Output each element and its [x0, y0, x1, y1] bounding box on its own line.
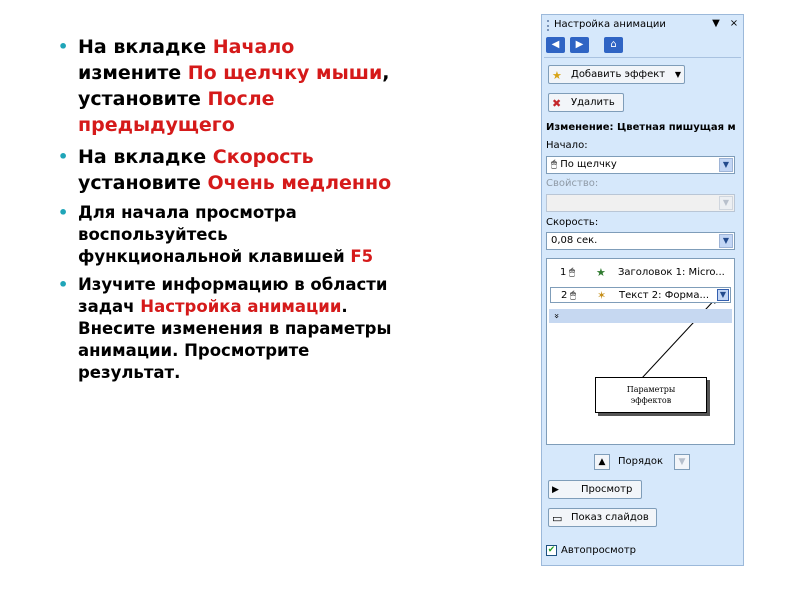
speed-value: 0,08 сек. [551, 235, 598, 246]
bullet-text: На вкладке [78, 146, 213, 168]
chevron-down-icon: ▼ [674, 70, 681, 79]
expand-icon: » [550, 313, 561, 319]
callout-line-1: Параметры [626, 385, 676, 394]
mouse-icon: 🖱 [569, 267, 575, 278]
chevron-down-icon[interactable]: ▼ [717, 289, 729, 301]
start-label: Начало: [546, 140, 588, 151]
callout-line-2: эффектов [630, 396, 672, 405]
pane-titlebar: Настройка анимации ▼ × [544, 17, 741, 34]
slide-body: На вкладке Начало измените По щелчку мыш… [52, 34, 392, 390]
item-text: Текст 2: Форма... [619, 290, 709, 301]
forward-icon[interactable]: ▶ [570, 37, 589, 53]
property-dropdown: ▼ [546, 194, 735, 212]
preview-label: Просмотр [581, 484, 633, 495]
add-effect-button[interactable]: ★ Добавить эффект ▼ [548, 65, 685, 84]
pane-menu-icon[interactable]: ▼ [710, 18, 722, 29]
effect-options-callout: Параметры эффектов [595, 377, 707, 413]
back-icon[interactable]: ◀ [546, 37, 565, 53]
delete-icon: ✖ [552, 97, 562, 110]
property-label: Свойство: [546, 178, 599, 189]
bullet-text: установите [78, 172, 208, 194]
slide-bullet: На вкладке Начало измените По щелчку мыш… [52, 34, 392, 138]
slideshow-label: Показ слайдов [571, 512, 649, 523]
star-icon: ★ [596, 266, 606, 279]
add-effect-label: Добавить эффект [571, 69, 666, 80]
autopreview-checkbox[interactable]: ✔ [546, 545, 557, 556]
animation-list[interactable]: 1 🖱 ★ Заголовок 1: Micro... 2 🖱 ✶ Текст … [546, 258, 735, 445]
chevron-down-icon: ▼ [719, 158, 733, 172]
star-icon: ★ [552, 69, 562, 82]
slide-bullet: Изучите информацию в области задач Настр… [52, 274, 392, 384]
highlighted-term: Начало [212, 36, 295, 58]
bullet-text: Для начала просмотра воспользуйтесь функ… [78, 203, 351, 266]
bullet-text: На вкладке [78, 36, 213, 58]
move-down-button[interactable]: ▼ [674, 454, 690, 470]
pane-title: Настройка анимации [554, 19, 666, 30]
slideshow-icon: ▭ [552, 512, 563, 525]
star-icon: ✶ [597, 289, 607, 302]
mouse-icon: 🖱 [570, 290, 576, 301]
home-icon[interactable]: ⌂ [604, 37, 623, 53]
pane-nav: ◀ ▶ ⌂ [546, 37, 628, 54]
preview-button[interactable]: ▶ Просмотр [548, 480, 642, 499]
highlighted-term: Настройка анимации [140, 297, 342, 316]
list-item[interactable]: 1 🖱 ★ Заголовок 1: Micro... [550, 265, 731, 281]
start-dropdown[interactable]: 🖱 По щелчку ▼ [546, 156, 735, 174]
chevron-down-icon: ▼ [719, 196, 733, 210]
slide-bullet: Для начала просмотра воспользуйтесь функ… [52, 202, 392, 268]
highlighted-term: Очень медленно [207, 172, 392, 194]
speed-label: Скорость: [546, 217, 599, 228]
reorder-controls: ▲ Порядок ▼ [594, 454, 690, 472]
item-number: 1 [560, 267, 567, 278]
divider [544, 57, 741, 58]
delete-label: Удалить [571, 97, 615, 108]
highlighted-term: F5 [350, 247, 374, 266]
bullet-text: измените [78, 62, 188, 84]
expand-row[interactable]: » [549, 309, 732, 323]
item-number: 2 [561, 290, 568, 301]
highlighted-term: По щелчку мыши [187, 62, 383, 84]
play-icon: ▶ [552, 485, 559, 495]
delete-button[interactable]: ✖ Удалить [548, 93, 624, 112]
move-up-button[interactable]: ▲ [594, 454, 610, 470]
autopreview-label: Автопросмотр [561, 545, 637, 556]
slide-bullet: На вкладке Скорость установите Очень мед… [52, 144, 392, 196]
chevron-down-icon: ▼ [719, 234, 733, 248]
custom-animation-pane: Настройка анимации ▼ × ◀ ▶ ⌂ ★ Добавить … [541, 14, 744, 566]
speed-dropdown[interactable]: 0,08 сек. ▼ [546, 232, 735, 250]
list-item-selected[interactable]: 2 🖱 ✶ Текст 2: Форма... ▼ [550, 287, 731, 303]
slideshow-button[interactable]: ▭ Показ слайдов [548, 508, 657, 527]
start-value: По щелчку [560, 159, 617, 170]
highlighted-term: Скорость [212, 146, 314, 168]
item-text: Заголовок 1: Micro... [618, 267, 725, 278]
change-label: Изменение: Цветная пишущая м [546, 122, 736, 133]
grip-icon[interactable] [547, 20, 551, 31]
mouse-icon: 🖱 [551, 159, 557, 170]
close-icon[interactable]: × [728, 18, 740, 29]
order-label: Порядок [618, 456, 664, 467]
